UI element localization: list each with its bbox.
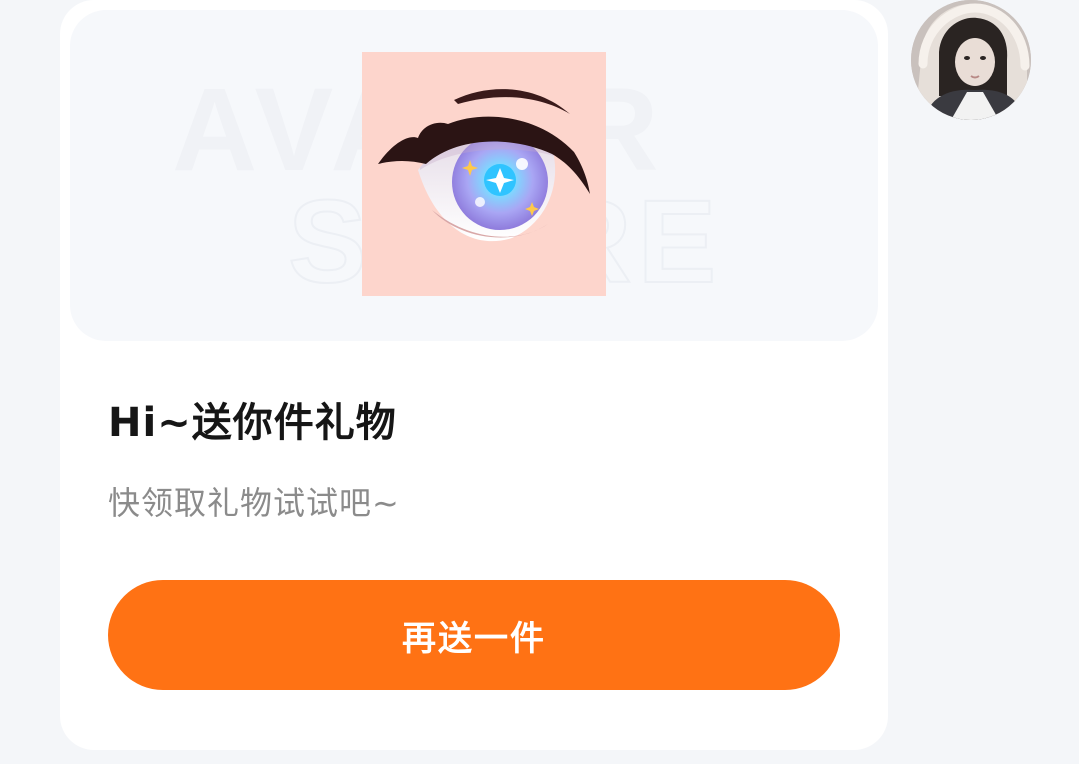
card-subtitle: 快领取礼物试试吧~: [108, 484, 400, 522]
anime-eye-icon: [378, 89, 590, 242]
gift-banner: AVATAR STORE: [70, 10, 878, 341]
user-avatar[interactable]: [911, 0, 1031, 120]
gift-item-image[interactable]: [362, 52, 606, 296]
send-again-button[interactable]: 再送一件: [108, 580, 840, 690]
gift-card: AVATAR STORE: [60, 0, 888, 750]
card-title: Hi~送你件礼物: [108, 400, 397, 446]
user-avatar-photo: [911, 0, 1031, 120]
